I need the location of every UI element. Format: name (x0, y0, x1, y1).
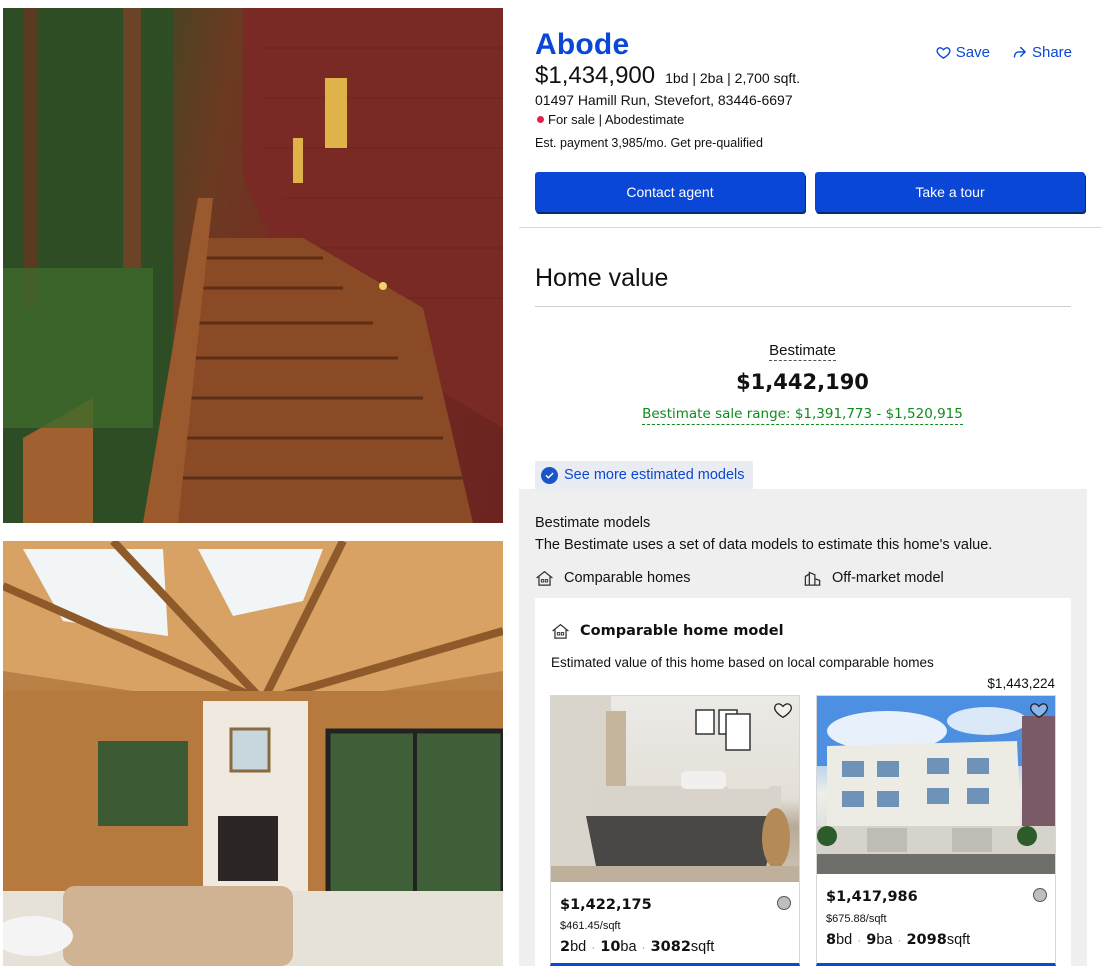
tab-off-market-model[interactable]: Off-market model (803, 569, 944, 587)
comparable-price: $1,422,175 (560, 897, 652, 913)
contact-agent-button[interactable]: Contact agent (535, 172, 805, 212)
save-button[interactable]: Save (936, 44, 990, 61)
bestimate-value: $1,442,190 (736, 370, 869, 394)
bestimate-range-text[interactable]: Bestimate sale range: $1,391,773 - $1,52… (642, 406, 963, 425)
comparable-price-per-sqft: $675.88/sqft (826, 913, 887, 925)
bedroom-photo (551, 696, 799, 882)
sqft-count: 3082 (650, 939, 691, 955)
separator: · (641, 940, 646, 954)
beds-unit: bd (570, 939, 587, 955)
comparable-price: $1,417,986 (826, 889, 918, 905)
sqft-count: 2098 (906, 932, 947, 948)
comparable-home-model-card: Comparable home model Estimated value of… (535, 598, 1071, 966)
sqft-unit: sqft (946, 932, 971, 948)
take-tour-button[interactable]: Take a tour (815, 172, 1085, 212)
status-dot (537, 116, 544, 123)
listing-actions: Save Share (936, 44, 1072, 61)
comparable-home-card[interactable]: $1,417,986 $675.88/sqft 8bd · 9ba · 2098… (816, 695, 1056, 966)
see-more-models-toggle[interactable]: See more estimated models (535, 461, 753, 489)
share-label: Share (1031, 44, 1072, 61)
baths-unit: ba (876, 932, 893, 948)
house-icon (536, 570, 553, 586)
tab-comparable-label: Comparable homes (564, 570, 691, 586)
estimated-payment[interactable]: Est. payment 3,985/mo. Get pre-qualified (535, 136, 763, 150)
bestimate-range: Bestimate sale range: $1,391,773 - $1,52… (519, 406, 1086, 425)
price-row: $1,434,900 1bd | 2ba | 2,700 sqft. (535, 62, 800, 90)
listing-address: 01497 Hamill Run, Stevefort, 83446-6697 (535, 92, 793, 108)
bestimate-models-section: Bestimate models The Bestimate uses a se… (519, 489, 1087, 966)
separator: · (897, 933, 902, 947)
status-text: For sale | Abodestimate (548, 112, 685, 127)
share-arrow-icon (1013, 46, 1026, 58)
separator: · (591, 940, 596, 954)
baths-count: 9 (866, 932, 877, 948)
card-title-text: Comparable home model (580, 623, 784, 639)
comparable-select-radio[interactable] (777, 896, 791, 910)
beds-count: 2 (560, 939, 571, 955)
exterior-stairs-illustration (3, 8, 503, 523)
share-button[interactable]: Share (1012, 44, 1072, 61)
comparable-specs: 2bd · 10ba · 3082sqft (560, 939, 714, 955)
beds-unit: bd (836, 932, 853, 948)
living-room-illustration (3, 541, 503, 966)
sqft-unit: sqft (690, 939, 715, 955)
comparable-home-card[interactable]: $1,422,175 $461.45/sqft 2bd · 10ba · 308… (550, 695, 800, 966)
beds-count: 8 (826, 932, 837, 948)
models-title: Bestimate models (535, 515, 651, 531)
listing-price: $1,434,900 (535, 62, 656, 89)
listing-status: For sale | Abodestimate (537, 112, 684, 127)
listing-panel: Abode Save Share $1,434,900 1bd | 2ba | … (519, 8, 1102, 966)
apartment-building-photo (817, 696, 1055, 874)
comparable-price-per-sqft: $461.45/sqft (560, 920, 621, 932)
comparable-select-radio[interactable] (1033, 888, 1047, 902)
card-description: Estimated value of this home based on lo… (551, 655, 934, 670)
bestimate-label: Bestimate (519, 342, 1086, 361)
house-icon (552, 623, 569, 639)
checkmark-icon (541, 466, 558, 484)
exterior-stairs-photo[interactable] (3, 8, 503, 523)
divider (535, 306, 1071, 307)
bestimate-label-text[interactable]: Bestimate (769, 342, 836, 361)
tab-off-market-label: Off-market model (832, 570, 944, 586)
home-value-title: Home value (535, 264, 669, 292)
baths-count: 10 (600, 939, 621, 955)
separator: · (857, 933, 862, 947)
baths-unit: ba (620, 939, 637, 955)
tab-comparable-homes[interactable]: Comparable homes (535, 569, 691, 587)
save-label: Save (955, 44, 990, 61)
favorite-heart-icon[interactable] (1029, 701, 1049, 719)
card-title: Comparable home model (551, 622, 784, 640)
brand-logo[interactable]: Abode (535, 28, 629, 62)
models-description: The Bestimate uses a set of data models … (535, 537, 993, 553)
divider (519, 227, 1102, 228)
comparable-model-value: $1,443,224 (987, 676, 1055, 691)
heart-icon (936, 47, 951, 59)
favorite-heart-icon[interactable] (773, 701, 793, 719)
comparable-specs: 8bd · 9ba · 2098sqft (826, 932, 970, 948)
listing-facts: 1bd | 2ba | 2,700 sqft. (665, 70, 801, 86)
see-more-label: See more estimated models (564, 467, 745, 483)
living-room-photo[interactable] (3, 541, 503, 966)
buildings-icon (804, 571, 821, 586)
